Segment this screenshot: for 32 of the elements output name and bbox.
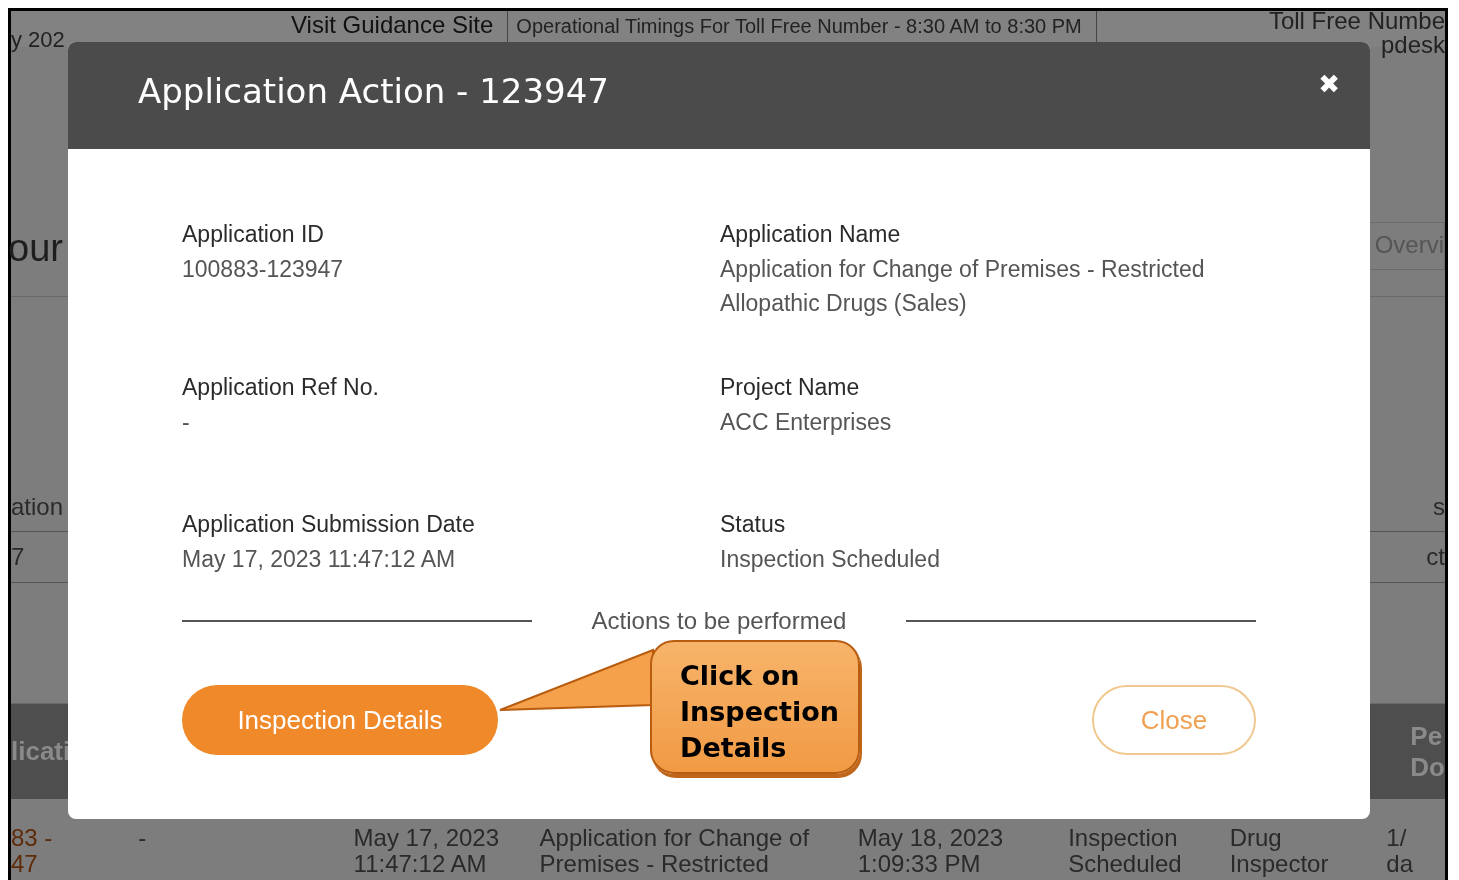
table-cell-text: - (138, 825, 148, 851)
field-value: ACC Enterprises (720, 408, 893, 437)
application-link[interactable]: 83 - 47 (11, 825, 139, 877)
field-value: Inspection Scheduled (720, 545, 941, 574)
field-value: ct (1426, 543, 1445, 571)
field-label: s (1433, 493, 1445, 521)
column-header: licati (11, 736, 71, 767)
field-label: Application ID (182, 221, 325, 248)
table-cell-text: 1/ da (1386, 825, 1414, 877)
table-cell-text: Drug Inspector (1229, 825, 1330, 877)
field-label: Status (720, 511, 787, 538)
guidance-link[interactable]: Visit Guidance Site (291, 11, 494, 39)
field-label: Project Name (720, 374, 861, 401)
field-value: Application for Change of Premises - Restricted Allopathic Drugs (Sales) (720, 255, 1206, 318)
field-value: 7 (11, 543, 25, 571)
field-value: 100883-123947 (182, 255, 345, 284)
inspection-details-button[interactable]: Inspection Details (182, 685, 498, 755)
field-value: - (182, 408, 191, 437)
field-value: May 17, 2023 11:47:12 AM (182, 545, 457, 574)
field-label: ation (11, 493, 64, 521)
table-cell-text: Application for Change of Premises - Restricted (539, 825, 811, 877)
table-cell-text: Inspection Scheduled (1068, 825, 1183, 877)
table-cell-text: May 18, 2023 1:09:33 PM (857, 825, 1005, 877)
column-header: Pe Do (1410, 720, 1445, 783)
close-button[interactable]: Close (1092, 685, 1256, 755)
field-label: Application Ref No. (182, 374, 380, 401)
field-label: Application Submission Date (182, 511, 476, 538)
section-label: Actions to be performed (591, 607, 847, 635)
date-text: y 202 (11, 26, 66, 53)
table-cell-text: May 17, 2023 11:47:12 AM (353, 825, 501, 877)
field-label: Application Name (720, 221, 902, 248)
modal-title: Application Action - 123947 (138, 70, 609, 111)
